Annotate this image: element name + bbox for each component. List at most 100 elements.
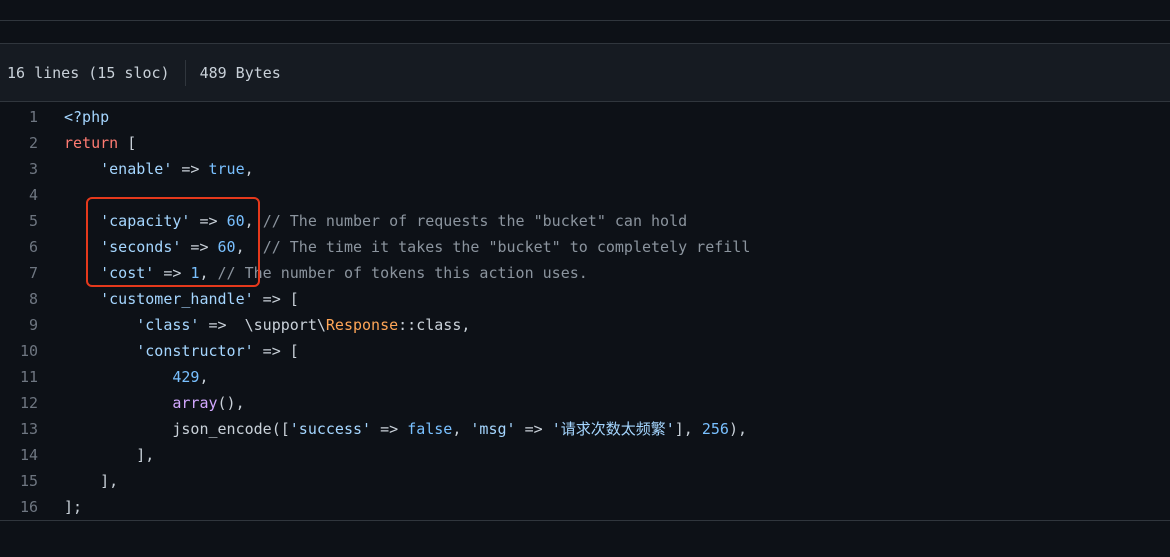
code-token: => (154, 264, 191, 282)
line-code: 'constructor' => [ (38, 338, 299, 364)
code-token: => (172, 160, 209, 178)
code-line: 11 429, (0, 364, 1170, 390)
code-token: false (407, 420, 453, 438)
code-line: 12 array(), (0, 390, 1170, 416)
code-line: 9 'class' => \support\Response::class, (0, 312, 1170, 338)
line-number[interactable]: 3 (0, 156, 38, 182)
code-token: array (172, 394, 218, 412)
code-token: => (371, 420, 408, 438)
header-separator (184, 59, 186, 86)
line-code: <?php (38, 104, 109, 130)
code-view: 1 <?php 2 return [3 'enable' => true, 4 5 'ca… (0, 102, 1170, 520)
code-token: // The time it takes the "bucket" to com… (262, 238, 751, 256)
line-number[interactable]: 9 (0, 312, 38, 338)
code-token: '请求次数太频繁' (551, 420, 675, 438)
line-code: array(), (38, 390, 245, 416)
code-token: ], (674, 420, 702, 438)
code-line: 1 <?php (0, 104, 1170, 130)
code-token: , (244, 160, 254, 178)
line-number[interactable]: 5 (0, 208, 38, 234)
code-line: 8 'customer_handle' => [ (0, 286, 1170, 312)
code-line: 6 'seconds' => 60, // The time it takes … (0, 234, 1170, 260)
code-token: 'seconds' (100, 238, 182, 256)
code-token: ::class, (398, 316, 471, 334)
code-token: return (64, 134, 119, 152)
code-token: 'customer_handle' (100, 290, 254, 308)
code-line: 16]; (0, 494, 1170, 520)
line-number[interactable]: 2 (0, 130, 38, 156)
code-token: 'constructor' (136, 342, 254, 360)
code-token: // The number of requests the "bucket" c… (262, 212, 688, 230)
line-code: 'customer_handle' => [ (38, 286, 299, 312)
line-number[interactable]: 12 (0, 390, 38, 416)
code-token: 'enable' (100, 160, 173, 178)
code-token: => \support\ (199, 316, 326, 334)
line-number[interactable]: 8 (0, 286, 38, 312)
code-token: , (199, 368, 209, 386)
line-number[interactable]: 14 (0, 442, 38, 468)
code-line: 13 json_encode(['success' => false, 'msg… (0, 416, 1170, 442)
file-header: 16 lines (15 sloc) 489 Bytes (0, 44, 1170, 102)
code-token: ], (64, 472, 119, 490)
code-token: 'class' (136, 316, 200, 334)
code-line: 10 'constructor' => [ (0, 338, 1170, 364)
line-number[interactable]: 7 (0, 260, 38, 286)
code-token: => (190, 212, 227, 230)
code-token: => (515, 420, 552, 438)
code-token: 'cost' (100, 264, 155, 282)
code-token: [ (118, 134, 137, 152)
line-code: 'seconds' => 60, // The time it takes th… (38, 234, 750, 260)
line-code: 'class' => \support\Response::class, (38, 312, 470, 338)
code-token: 429 (172, 368, 200, 386)
code-token: => [ (253, 290, 299, 308)
code-token: ), (728, 420, 747, 438)
code-token: json_encode([ (64, 420, 290, 438)
code-token: <?php (64, 108, 110, 126)
line-code: ], (38, 468, 118, 494)
code-token: 256 (701, 420, 729, 438)
code-token: , (199, 264, 218, 282)
code-line: 7 'cost' => 1, // The number of tokens t… (0, 260, 1170, 286)
line-number[interactable]: 16 (0, 494, 38, 520)
code-token: => [ (253, 342, 299, 360)
file-lines-info: 16 lines (15 sloc) (7, 63, 170, 82)
code-token: ], (64, 446, 155, 464)
code-token: => (181, 238, 218, 256)
code-line: 2 return [ (0, 130, 1170, 156)
line-number[interactable]: 10 (0, 338, 38, 364)
code-token: ]; (64, 498, 83, 516)
line-number[interactable]: 15 (0, 468, 38, 494)
code-token: 60 (217, 238, 236, 256)
line-code: ]; (38, 494, 82, 520)
file-box: 16 lines (15 sloc) 489 Bytes 1 <?php 2 retu… (0, 43, 1170, 521)
line-code: return [ (38, 130, 136, 156)
line-number[interactable]: 4 (0, 182, 38, 208)
code-token: , (235, 238, 263, 256)
line-number[interactable]: 6 (0, 234, 38, 260)
code-token: , (452, 420, 471, 438)
code-line: 14 ], (0, 442, 1170, 468)
line-number[interactable]: 1 (0, 104, 38, 130)
file-size: 489 Bytes (199, 63, 281, 82)
code-token: 'capacity' (100, 212, 191, 230)
line-number[interactable]: 11 (0, 364, 38, 390)
code-token: (), (217, 394, 245, 412)
code-line: 5 'capacity' => 60, // The number of req… (0, 208, 1170, 234)
code-token: true (208, 160, 245, 178)
code-line: 15 ], (0, 468, 1170, 494)
top-divider (0, 0, 1170, 21)
code-token: 'msg' (470, 420, 516, 438)
line-code: 429, (38, 364, 209, 390)
code-token: 60 (226, 212, 245, 230)
line-number[interactable]: 13 (0, 416, 38, 442)
